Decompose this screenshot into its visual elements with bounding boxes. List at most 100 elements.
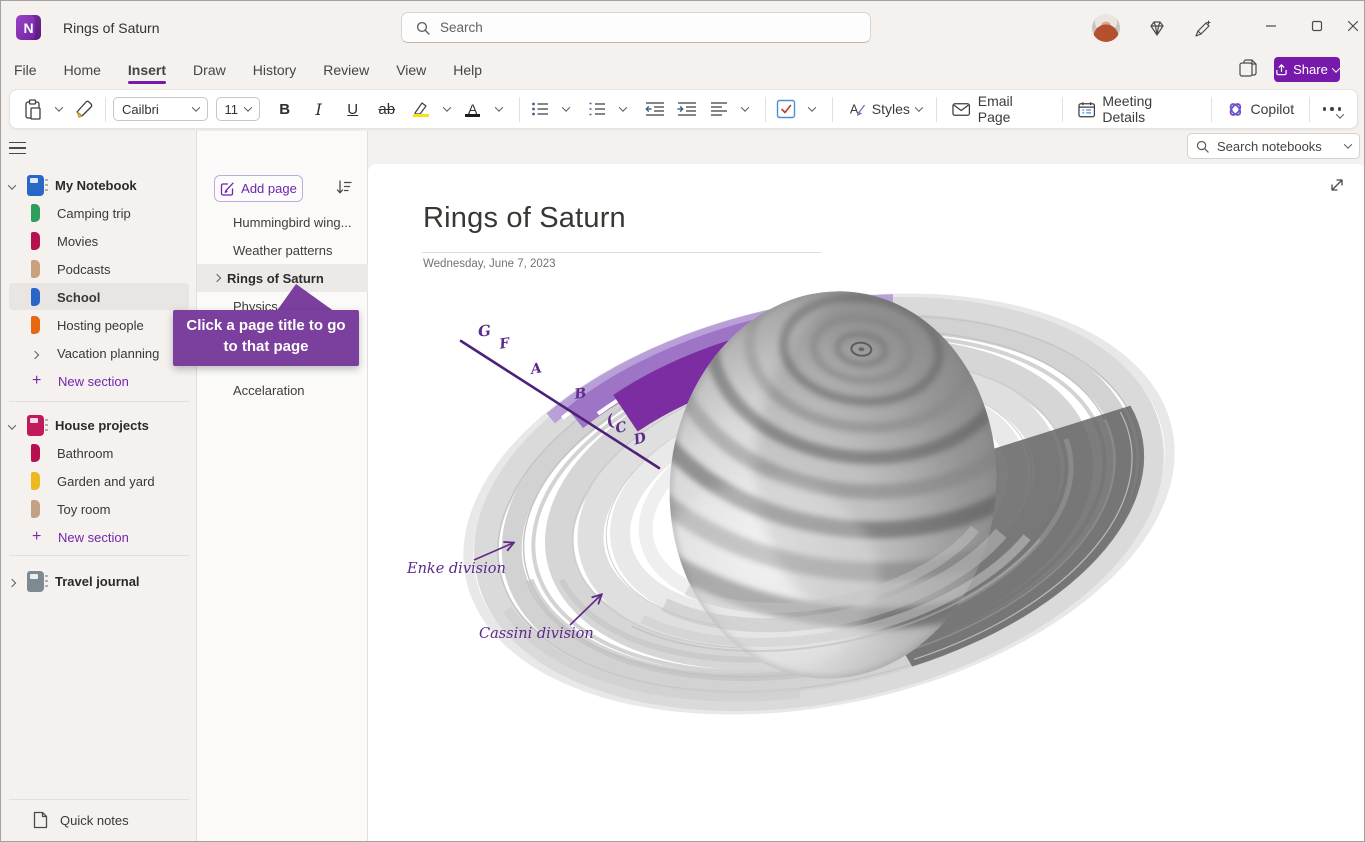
menu-review[interactable]: Review — [323, 53, 369, 87]
page-title-text: Hummingbird wing... — [233, 215, 352, 230]
collapse-ribbon-button[interactable] — [1337, 106, 1343, 124]
minimize-button[interactable] — [1248, 1, 1294, 51]
notebook-house-projects[interactable]: House projects — [1, 411, 197, 439]
menu-view[interactable]: View — [396, 53, 426, 87]
share-label: Share — [1293, 62, 1328, 77]
font-color-button[interactable]: A — [460, 94, 486, 124]
section-garden-and-yard[interactable]: Garden and yard — [1, 467, 197, 495]
font-size-select[interactable]: 11 — [216, 97, 260, 121]
section-hosting-people[interactable]: Hosting people — [1, 311, 197, 339]
onenote-logo-icon: N — [16, 15, 41, 40]
tooltip-text: Click a page title to go to that page — [186, 317, 345, 355]
copilot-label: Copilot — [1251, 101, 1295, 117]
menu-home[interactable]: Home — [64, 53, 101, 87]
add-page-label: Add page — [241, 181, 297, 196]
email-page-button[interactable]: Email Page — [944, 94, 1055, 124]
title-bar: N Rings of Saturn Search — [1, 1, 1364, 53]
menu-file[interactable]: File — [14, 53, 37, 87]
hamburger-menu-button[interactable] — [9, 137, 33, 159]
format-painter-button[interactable] — [72, 94, 98, 124]
highlight-button[interactable] — [408, 94, 434, 124]
strikethrough-glyph: ab — [378, 101, 395, 118]
alignment-dropdown[interactable] — [732, 94, 758, 124]
page-item-weather-patterns[interactable]: Weather patterns — [197, 236, 368, 264]
toolbar-divider — [1211, 97, 1212, 122]
increase-indent-button[interactable] — [674, 94, 700, 124]
new-section-button[interactable]: + New section — [1, 523, 197, 551]
add-page-button[interactable]: Add page — [214, 175, 303, 202]
section-camping-trip[interactable]: Camping trip — [1, 199, 197, 227]
todo-tag-button[interactable] — [773, 94, 799, 124]
styles-icon: A — [848, 100, 866, 118]
page-title[interactable]: Rings of Saturn — [423, 202, 626, 235]
decrease-indent-button[interactable] — [642, 94, 668, 124]
new-section-label: New section — [58, 374, 129, 389]
search-input[interactable]: Search — [401, 12, 871, 43]
alignment-button[interactable] — [706, 94, 732, 124]
search-icon — [416, 21, 430, 35]
notebook-my-notebook[interactable]: My Notebook — [1, 171, 197, 199]
section-bathroom[interactable]: Bathroom — [1, 439, 197, 467]
chevron-right-icon — [8, 578, 16, 586]
new-section-button[interactable]: + New section — [1, 367, 197, 395]
chevron-down-icon — [243, 103, 251, 111]
paste-button[interactable] — [20, 94, 46, 124]
page-icon — [33, 811, 48, 829]
expand-page-icon[interactable] — [1328, 176, 1346, 194]
strikethrough-button[interactable]: ab — [374, 94, 400, 124]
page-item-hummingbird[interactable]: Hummingbird wing... — [197, 208, 368, 236]
meeting-details-label: Meeting Details — [1102, 93, 1195, 125]
chevron-down-icon — [561, 103, 569, 111]
numbered-list-button[interactable] — [584, 94, 610, 124]
sort-pages-icon[interactable] — [335, 178, 353, 196]
share-button[interactable]: Share — [1274, 57, 1340, 82]
menu-bar: File Home Insert Draw History Review Vie… — [1, 53, 1364, 87]
italic-button[interactable]: I — [306, 94, 332, 124]
new-section-label: New section — [58, 530, 129, 545]
quick-notes-button[interactable]: Quick notes — [1, 805, 197, 835]
styles-button[interactable]: A Styles — [840, 94, 930, 124]
section-movies[interactable]: Movies — [1, 227, 197, 255]
page-item-accelaration[interactable]: Accelaration — [197, 376, 368, 404]
todo-tag-dropdown[interactable] — [799, 94, 825, 124]
page-item-rings-of-saturn-selected[interactable]: Rings of Saturn — [197, 264, 368, 292]
section-color-tab — [31, 260, 40, 278]
account-avatar[interactable] — [1092, 14, 1120, 42]
font-name-select[interactable]: Cailbri — [113, 97, 208, 121]
section-name: Bathroom — [57, 446, 113, 461]
whats-new-sparkle-pen-icon[interactable] — [1193, 19, 1213, 39]
premium-diamond-icon[interactable] — [1147, 19, 1167, 39]
share-icon — [1275, 63, 1288, 76]
bullet-list-dropdown[interactable] — [553, 94, 579, 124]
toolbar-divider — [765, 97, 766, 122]
onenote-window: N Rings of Saturn Search File Home Inser… — [0, 0, 1365, 842]
copilot-button[interactable]: Copilot — [1219, 94, 1302, 124]
notebook-name: Travel journal — [55, 574, 140, 589]
section-school[interactable]: School — [1, 283, 197, 311]
meeting-details-button[interactable]: Meeting Details — [1070, 94, 1204, 124]
font-color-dropdown[interactable] — [486, 94, 512, 124]
notebook-travel-journal[interactable]: Travel journal — [1, 567, 197, 595]
chevron-down-icon — [55, 103, 63, 111]
bullet-list-button[interactable] — [527, 94, 553, 124]
menu-insert[interactable]: Insert — [128, 53, 166, 87]
section-toy-room[interactable]: Toy room — [1, 495, 197, 523]
toolbar-divider — [105, 97, 106, 122]
paste-dropdown[interactable] — [46, 94, 72, 124]
numbered-list-dropdown[interactable] — [610, 94, 636, 124]
section-podcasts[interactable]: Podcasts — [1, 255, 197, 283]
section-name: Garden and yard — [57, 474, 155, 489]
page-canvas[interactable]: Rings of Saturn Wednesday, June 7, 2023 — [368, 164, 1365, 842]
highlight-dropdown[interactable] — [434, 94, 460, 124]
menu-history[interactable]: History — [253, 53, 297, 87]
chevron-down-icon — [8, 181, 16, 189]
menu-help[interactable]: Help — [453, 53, 482, 87]
page-title-text: Rings of Saturn — [227, 271, 324, 286]
menu-draw[interactable]: Draw — [193, 53, 226, 87]
underline-button[interactable]: U — [340, 94, 366, 124]
search-notebooks-input[interactable]: Search notebooks — [1187, 133, 1360, 159]
section-group-vacation-planning[interactable]: Vacation planning — [1, 339, 197, 367]
close-button[interactable] — [1330, 1, 1365, 51]
bold-button[interactable]: B — [272, 94, 298, 124]
copy-page-icon[interactable] — [1238, 58, 1258, 78]
